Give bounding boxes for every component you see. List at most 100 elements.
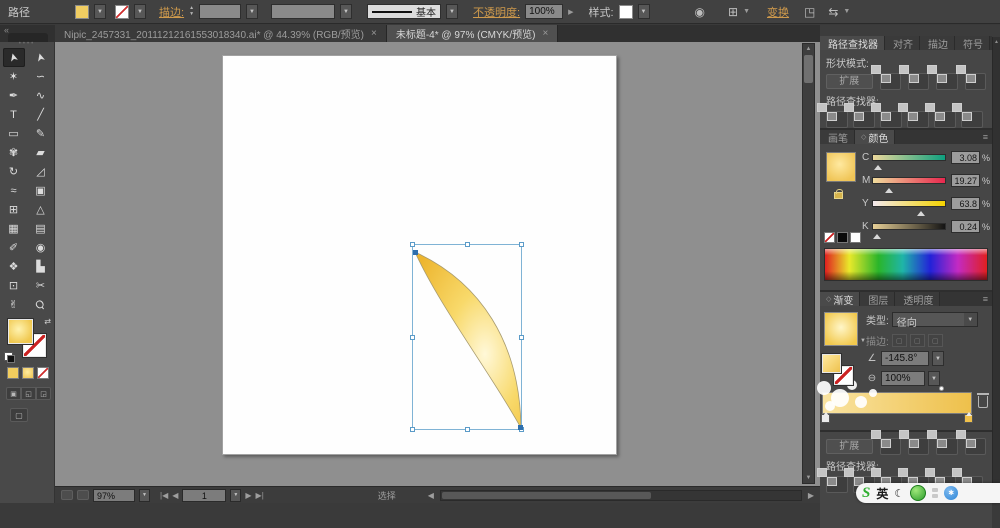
opacity-field[interactable]: 100% — [525, 4, 563, 19]
status-bar-icon[interactable] — [77, 490, 89, 500]
minus-front[interactable] — [908, 438, 929, 455]
expand-button[interactable]: 扩展 — [826, 74, 873, 89]
stroke-weight-stepper[interactable]: ▲ ▼ — [189, 6, 194, 17]
channel-slider[interactable] — [872, 223, 946, 230]
stroke-color-swatch[interactable] — [115, 5, 129, 19]
mesh-tool[interactable]: ▦ — [3, 219, 25, 238]
lasso-tool[interactable]: ∽ — [30, 67, 52, 86]
opacity-next-icon[interactable]: ▶ — [568, 8, 573, 16]
stroke-gradient-across-button[interactable]: ▢ — [928, 334, 943, 347]
graph-tool[interactable]: ▙ — [30, 257, 52, 276]
expand-button[interactable]: 扩展 — [826, 439, 873, 454]
panel-menu-icon[interactable]: ≡ — [979, 292, 992, 306]
slider-thumb[interactable] — [873, 230, 881, 239]
slider-thumb[interactable] — [917, 207, 925, 216]
rotate-tool[interactable]: ↻ — [3, 162, 25, 181]
fill-proxy-swatch[interactable] — [8, 319, 33, 344]
slider-thumb[interactable] — [874, 161, 882, 170]
color-spectrum-bar[interactable] — [824, 248, 988, 281]
panel-menu-icon[interactable]: ≡ — [979, 130, 992, 144]
scroll-up-icon[interactable]: ▲ — [994, 39, 999, 45]
document-tab-title[interactable]: 未标题-4* @ 97% (CMYK/预览) — [396, 26, 536, 41]
gradient-midpoint[interactable] — [939, 386, 944, 391]
exclude[interactable] — [965, 73, 986, 90]
blob-brush-tool[interactable]: ✾ — [3, 143, 25, 162]
panel-tab[interactable]: 对齐 — [885, 36, 920, 50]
gradient-stop-left[interactable] — [821, 414, 830, 423]
first-artboard-icon[interactable]: |◀ — [160, 491, 168, 500]
status-bar-icon[interactable] — [61, 490, 73, 500]
horizontal-scroll-thumb[interactable] — [442, 492, 651, 499]
selection-handle[interactable] — [519, 242, 524, 247]
gradient-fill-proxy[interactable] — [822, 354, 841, 373]
selection-bounding-box[interactable] — [412, 244, 522, 430]
stroke-gradient-along-button[interactable]: ▢ — [910, 334, 925, 347]
channel-slider[interactable] — [872, 177, 946, 184]
draw-behind-button[interactable]: ◱ — [21, 387, 36, 400]
brush-definition-field[interactable]: 基本 — [367, 4, 441, 19]
artboard-number-field[interactable]: 1 — [182, 489, 226, 502]
panel-tab[interactable]: ◇ 颜色 — [855, 130, 895, 144]
gradient-tool[interactable]: ▤ — [30, 219, 52, 238]
selection-handle[interactable] — [465, 427, 470, 432]
eraser-tool[interactable]: ▰ — [30, 143, 52, 162]
symbol-sprayer-tool[interactable]: ❖ — [3, 257, 25, 276]
align-icon[interactable]: ⊞ — [728, 5, 738, 19]
dock-scrollbar[interactable]: ▲ ▼ — [992, 37, 1000, 503]
pen-tool[interactable]: ✒ — [3, 86, 25, 105]
zoom-dropdown-icon[interactable]: ▼ — [139, 489, 150, 502]
vertical-scrollbar[interactable]: ▲ ▼ — [802, 43, 815, 484]
gradient-thumbnail[interactable] — [824, 312, 858, 346]
canvas[interactable]: ▲ ▼ — [55, 42, 820, 486]
transform-link[interactable]: 变换 — [767, 4, 789, 20]
anchor-point[interactable] — [413, 250, 418, 255]
slice-tool[interactable]: ✂ — [30, 276, 52, 295]
stroke-weight-dropdown-icon[interactable]: ▼ — [246, 4, 258, 19]
scroll-down-icon[interactable]: ▼ — [806, 475, 812, 481]
black-swatch[interactable] — [837, 232, 848, 243]
recolor-artwork-icon[interactable]: ◉ — [695, 5, 705, 19]
artboard-dropdown-icon[interactable]: ▼ — [230, 489, 241, 502]
panel-tab[interactable]: 图层 — [860, 292, 895, 306]
color-mode-swatch[interactable] — [7, 367, 19, 379]
ime-more-icon[interactable] — [932, 488, 938, 498]
aspect-dropdown-icon[interactable]: ▼ — [928, 371, 940, 386]
artboard-tool[interactable]: ⊡ — [3, 276, 25, 295]
crop[interactable] — [907, 111, 929, 128]
vertical-scroll-thumb[interactable] — [804, 55, 813, 83]
unite[interactable] — [880, 438, 901, 455]
panel-tab-label[interactable]: 颜色 — [868, 130, 888, 145]
close-icon[interactable]: × — [542, 28, 548, 39]
outline[interactable] — [934, 111, 956, 128]
panel-tab-label[interactable]: 图层 — [868, 292, 888, 307]
gradient-slider-bar[interactable] — [822, 392, 972, 414]
spinner-down-icon[interactable]: ▼ — [189, 12, 194, 17]
channel-slider[interactable] — [872, 200, 946, 207]
document-tab-title[interactable]: Nipic_2457331_20111212161553018340.ai* @… — [64, 26, 364, 41]
merge[interactable] — [880, 111, 902, 128]
minus-front[interactable] — [908, 73, 929, 90]
panel-tab-label[interactable]: 对齐 — [893, 36, 913, 51]
style-dropdown-icon[interactable]: ▼ — [638, 4, 650, 19]
panel-tab-label[interactable]: 路径查找器 — [828, 36, 878, 51]
document-tab[interactable]: Nipic_2457331_20111212161553018340.ai* @… — [55, 25, 387, 42]
shear-dropdown-icon[interactable]: ▼ — [843, 8, 850, 15]
free-transform-icon[interactable]: ◳ — [804, 5, 815, 19]
unite[interactable] — [880, 73, 901, 90]
rectangle-tool[interactable]: ▭ — [3, 124, 25, 143]
fill-color-swatch[interactable] — [75, 5, 89, 19]
swap-fill-stroke-icon[interactable]: ⇄ — [44, 317, 51, 326]
selection-handle[interactable] — [410, 242, 415, 247]
blend-tool[interactable]: ◉ — [30, 238, 52, 257]
divide[interactable] — [826, 111, 848, 128]
pencil-tool[interactable]: ∿ — [30, 86, 52, 105]
close-icon[interactable]: × — [371, 28, 377, 39]
ime-settings-icon[interactable]: ✱ — [944, 486, 958, 500]
dropdown-icon[interactable]: ▼ — [964, 313, 977, 326]
slider-thumb[interactable] — [885, 184, 893, 193]
fill-dropdown-icon[interactable]: ▼ — [94, 4, 106, 19]
divide[interactable] — [826, 476, 848, 493]
white-swatch[interactable] — [850, 232, 861, 243]
default-fill-stroke-icon[interactable] — [4, 352, 13, 361]
gradient-type-value[interactable]: 径向 — [893, 313, 964, 326]
